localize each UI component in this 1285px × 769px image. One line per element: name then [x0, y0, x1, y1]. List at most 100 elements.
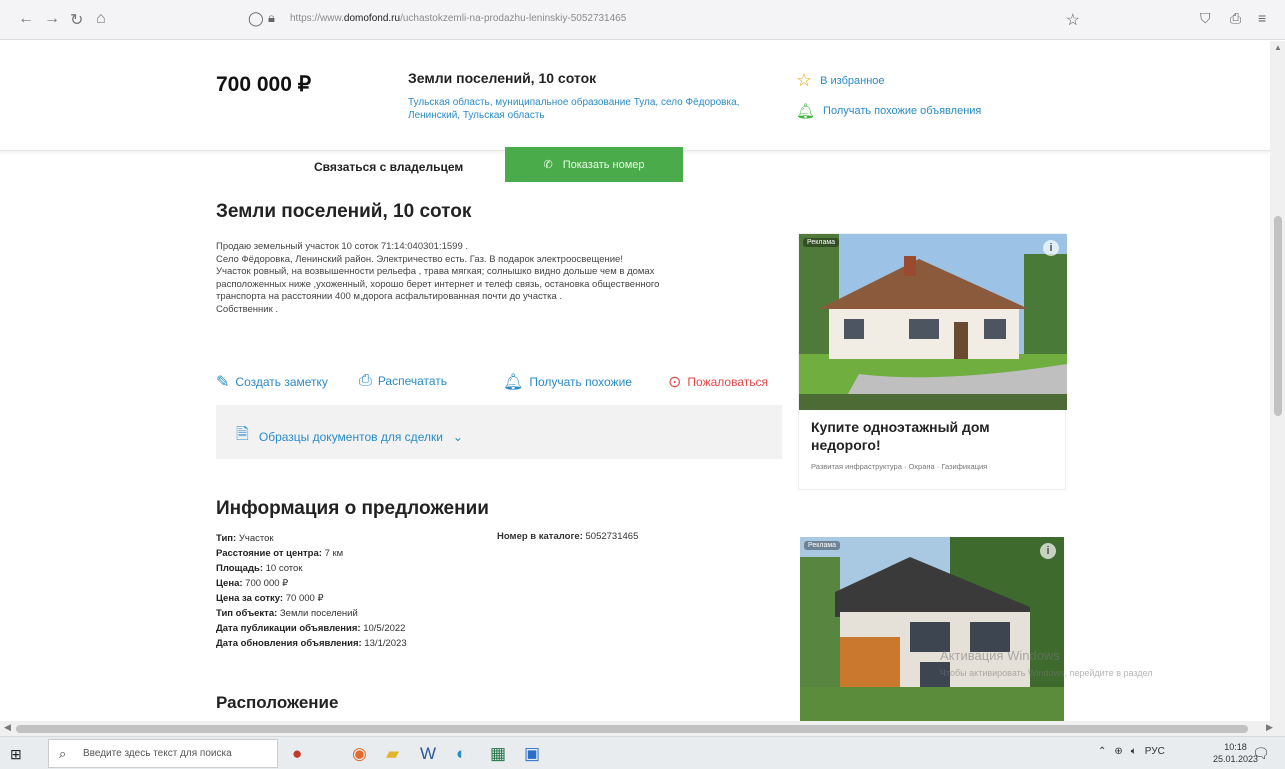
info-icon[interactable]: i	[1040, 543, 1056, 559]
report-label: Пожаловаться	[687, 375, 768, 389]
info-row: Тип: Участок	[216, 533, 274, 544]
ad-label: Реклама	[803, 238, 840, 247]
location-title: Расположение	[216, 693, 339, 712]
create-note-button[interactable]: ✎ Создать заметку	[216, 372, 328, 392]
edge-icon[interactable]: ◐	[456, 744, 466, 764]
catalog-number: Номер в каталоге: 5052731465	[497, 531, 639, 542]
report-button[interactable]: ⊙ Пожаловаться	[668, 372, 768, 392]
subscribe-similar-button[interactable]: 🔔︎ Получать похожие объявления	[796, 102, 981, 120]
header-address[interactable]: Тульская область, муниципальное образова…	[408, 96, 748, 122]
windows-start-icon[interactable]: ⊞	[10, 746, 22, 763]
listing-header: 700 000 ₽ Земли поселений, 10 соток Туль…	[0, 41, 1270, 151]
scroll-up-icon[interactable]: ▲	[1274, 43, 1282, 52]
bell-icon: 🔔︎	[503, 374, 524, 391]
info-row: Цена: 700 000 ₽	[216, 578, 289, 589]
phone-icon: ✆	[543, 159, 553, 171]
chevron-down-icon: ⌄	[452, 429, 463, 444]
favorite-button[interactable]: ☆ В избранное	[796, 70, 885, 91]
back-icon[interactable]: ←	[18, 10, 34, 28]
windows-activation-hint: Чтобы активировать Windows, перейдите в …	[940, 668, 1153, 678]
scroll-left-icon[interactable]: ◀	[4, 722, 11, 733]
word-icon[interactable]: W	[420, 744, 436, 764]
lock-icon[interactable]: 🔒︎	[268, 10, 275, 26]
print-button[interactable]: ⎙ Распечатать	[359, 372, 447, 390]
notifications-icon[interactable]: 🗨︎	[1252, 745, 1270, 762]
favorite-label: В избранное	[820, 74, 885, 87]
info-row: Тип объекта: Земли поселений	[216, 608, 358, 619]
info-row: Площадь: 10 соток	[216, 563, 303, 574]
address-bar[interactable]: ◯ 🔒︎ https://www.domofond.ru/uchastokzem…	[240, 7, 1100, 33]
taskbar-search[interactable]: ⌕ Введите здесь текст для поиска	[48, 739, 278, 768]
info-row: Расстояние от центра: 7 км	[216, 548, 344, 559]
info-row: Дата публикации объявления: 10/5/2022	[216, 623, 406, 634]
reload-icon[interactable]: ↻	[70, 10, 83, 30]
create-note-label: Создать заметку	[235, 375, 328, 389]
description-line: расположенных ниже ,ухоженный, хорошо бе…	[216, 278, 660, 290]
warning-icon: ⊙	[668, 374, 682, 391]
scrollbar-thumb[interactable]	[1274, 216, 1282, 416]
documents-label: Образцы документов для сделки	[258, 429, 443, 444]
pocket-icon[interactable]: ⛉	[1200, 10, 1211, 27]
description-line: Продаю земельный участок 10 соток 71:14:…	[216, 241, 469, 252]
show-phone-button[interactable]: ✆ Показать номер	[505, 147, 683, 182]
windows-activation-watermark: Активация Windows	[940, 648, 1060, 663]
ad-label-2: Реклама	[804, 541, 841, 550]
scrollbar-thumb[interactable]	[16, 725, 1248, 733]
documents-panel: 🗎 Образцы документов для сделки ⌄	[216, 405, 782, 459]
contact-owner-label: Связаться с владельцем	[314, 160, 464, 174]
info-icon[interactable]: i	[1043, 240, 1059, 256]
volume-icon[interactable]: 🔈︎	[1131, 746, 1137, 757]
windows-taskbar: ⊞ ⌕ Введите здесь текст для поиска ● ◉ ▰…	[0, 736, 1285, 769]
description-line: Участок ровный, на возвышенности рельефа…	[216, 266, 655, 278]
printer-icon: ⎙	[359, 372, 372, 389]
bookmark-star-icon[interactable]: ☆	[1066, 10, 1080, 30]
taskbar-search-placeholder: Введите здесь текст для поиска	[83, 748, 232, 759]
network-icon[interactable]: ⊕	[1114, 746, 1122, 757]
home-icon[interactable]: ⌂	[96, 10, 106, 28]
language-indicator[interactable]: РУС	[1145, 746, 1165, 757]
info-list: Тип: Участок Расстояние от центра: 7 км …	[216, 531, 407, 651]
weather-widget-icon[interactable]: ●	[292, 744, 302, 764]
price: 700 000 ₽	[216, 73, 312, 96]
vertical-scrollbar[interactable]: ▲	[1270, 41, 1285, 721]
listing-description: Продаю земельный участок 10 соток 71:14:…	[216, 241, 776, 317]
ad-description: Развитая инфраструктура · Охрана · Газиф…	[811, 462, 988, 471]
chevron-up-icon[interactable]: ⌃	[1098, 746, 1106, 757]
document-icon: 🗎	[236, 426, 249, 443]
excel-icon[interactable]: ▦	[490, 744, 506, 764]
documents-link[interactable]: 🗎 Образцы документов для сделки ⌄	[236, 423, 463, 450]
menu-icon[interactable]: ≡	[1258, 10, 1266, 26]
show-phone-label: Показать номер	[562, 158, 645, 171]
file-explorer-icon[interactable]: ▰	[386, 744, 399, 764]
system-tray: ⌃ ⊕ 🔈︎ РУС	[1098, 746, 1165, 757]
description-line: Собственник .	[216, 303, 279, 315]
ad-house-image[interactable]: Реклама i	[799, 234, 1067, 410]
pencil-icon: ✎	[216, 374, 230, 391]
info-row: Цена за сотку: 70 000 ₽	[216, 593, 324, 604]
get-similar-label: Получать похожие	[529, 375, 632, 389]
bell-icon: 🔔︎	[796, 103, 816, 120]
get-similar-button[interactable]: 🔔︎ Получать похожие	[503, 372, 632, 392]
url-text[interactable]: https://www.domofond.ru/uchastokzemli-na…	[290, 13, 626, 24]
shield-icon[interactable]: ◯	[248, 10, 264, 27]
star-icon: ☆	[796, 70, 813, 90]
forward-icon[interactable]: →	[44, 10, 60, 28]
horizontal-scrollbar[interactable]: ◀ ▶	[0, 721, 1285, 736]
print-label: Распечатать	[377, 374, 448, 388]
listing-title: Земли поселений, 10 соток	[216, 201, 472, 222]
ad-title[interactable]: Купите одноэтажный дом недорого!	[811, 418, 1051, 454]
photos-icon[interactable]: ▣	[524, 744, 540, 764]
ad-house-image-2[interactable]: Реклама i	[800, 537, 1064, 721]
description-line: Село Фёдоровка, Ленинский район. Электри…	[216, 253, 623, 265]
subscribe-similar-label: Получать похожие объявления	[823, 105, 982, 117]
scroll-right-icon[interactable]: ▶	[1266, 722, 1273, 733]
firefox-icon[interactable]: ◉	[352, 744, 367, 764]
header-title: Земли поселений, 10 соток	[408, 70, 597, 86]
info-row: Дата обновления объявления: 13/1/2023	[216, 638, 407, 649]
browser-toolbar: ← → ↻ ⌂ ◯ 🔒︎ https://www.domofond.ru/uch…	[0, 0, 1285, 40]
extensions-icon[interactable]: ⎙	[1230, 10, 1241, 27]
ad-card[interactable]: Реклама i Купите одноэтажный дом недорог…	[798, 233, 1067, 490]
search-icon: ⌕	[59, 746, 67, 761]
description-line: транспорта на расстоянии 400 м,дорога ас…	[216, 291, 563, 303]
listing-actions: ✎ Создать заметку ⎙ Распечатать 🔔︎ Получ…	[216, 372, 786, 392]
